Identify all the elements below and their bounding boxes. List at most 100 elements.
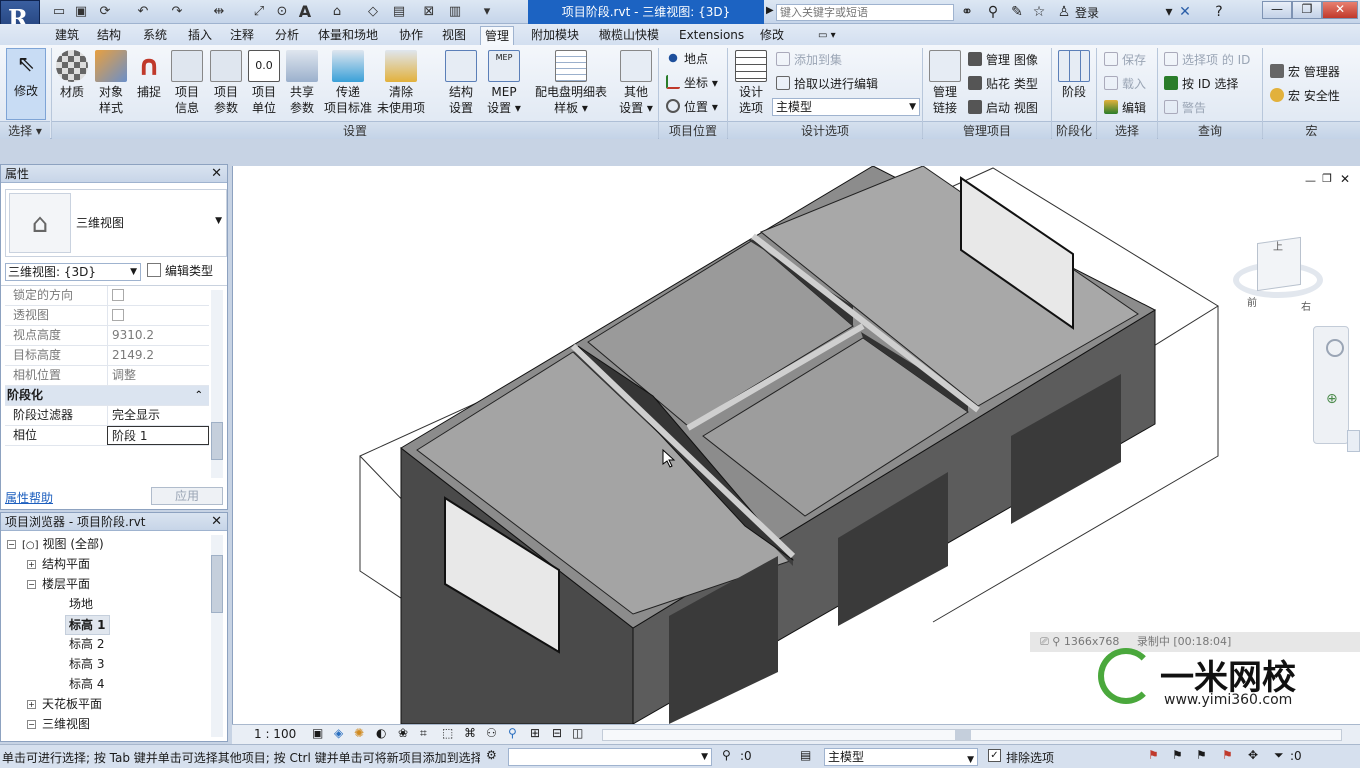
tree-structural-plans[interactable]: + 结构平面 (27, 555, 90, 573)
worksharing-icon[interactable]: ⊞ (530, 726, 540, 740)
view-minimize-icon[interactable]: — (1305, 174, 1316, 187)
exclude-options-checkbox[interactable]: ✓ (988, 749, 1001, 762)
design-option-select[interactable]: 主模型 ▼ (772, 98, 920, 116)
manage-links-button[interactable]: 管理 链接 (926, 50, 964, 116)
apply-button[interactable]: 应用 (151, 487, 223, 505)
phase-filter-value[interactable]: 完全显示 (107, 406, 209, 425)
horizontal-scrollbar[interactable] (602, 729, 1342, 741)
scrollbar-thumb[interactable] (955, 730, 971, 740)
close-icon[interactable]: ✕ (211, 513, 222, 531)
detail-level-icon[interactable]: ▣ (312, 726, 323, 740)
warnings-button[interactable]: 警告 (1164, 100, 1206, 116)
macro-manager-button[interactable]: 宏 管理器 (1270, 64, 1340, 80)
project-info-button[interactable]: 项目 信息 (168, 50, 206, 116)
tab-modify[interactable]: 修改 (756, 26, 788, 45)
other-settings-button[interactable]: 其他 设置 ▾ (616, 50, 656, 116)
tab-manage[interactable]: 管理 (480, 26, 515, 45)
purge-unused-button[interactable]: 清除 未使用项 (374, 50, 428, 116)
exchange-icon[interactable]: ✕ (1176, 3, 1194, 21)
group-select[interactable]: 选择 ▾ (0, 121, 50, 139)
drag-on-selection-icon[interactable]: ✥ (1248, 748, 1258, 762)
temp-hide-icon[interactable]: ⚇ (486, 726, 497, 740)
modify-button[interactable]: ⇖ 修改 (6, 48, 46, 120)
switch-windows-icon[interactable]: ▥ (446, 3, 464, 21)
redo-icon[interactable]: ↷ (168, 3, 186, 21)
lock-view-icon[interactable]: ⌘ (464, 726, 476, 740)
viewcube-top-label[interactable]: 上 (1273, 238, 1283, 253)
tree-3d-views[interactable]: − 三维视图 (27, 715, 90, 733)
panel-schedule-button[interactable]: 配电盘明细表 样板 ▾ (530, 50, 612, 116)
close-icon[interactable]: ✕ (211, 165, 222, 183)
load-selection-button[interactable]: 载入 (1104, 76, 1146, 92)
subscription-icon[interactable]: ⚲ (984, 3, 1002, 21)
tree-level-2[interactable]: 标高 2 (69, 635, 104, 653)
tree-floor-plans[interactable]: − 楼层平面 (27, 575, 90, 593)
tab-systems[interactable]: 系统 (139, 26, 171, 45)
edit-type-button[interactable]: 编辑类型 (147, 263, 225, 281)
coordinates-button[interactable]: 坐标 ▾ (666, 75, 718, 91)
tab-addins[interactable]: 附加模块 (527, 26, 583, 45)
position-button[interactable]: 位置 ▾ (666, 99, 718, 115)
tree-site[interactable]: 场地 (69, 595, 93, 613)
close-hidden-icon[interactable]: ⊠ (420, 3, 438, 21)
tag-icon[interactable]: ⊙ (273, 3, 291, 21)
edit-selection-button[interactable]: 编辑 (1104, 100, 1146, 116)
view-scale[interactable]: 1 : 100 (254, 727, 296, 741)
open-icon[interactable]: ▭ (50, 3, 68, 21)
materials-button[interactable]: 材质 (54, 50, 90, 100)
visual-style-icon[interactable]: ◈ (334, 726, 343, 740)
properties-scrollbar[interactable] (211, 290, 223, 478)
worksets-icon[interactable]: ⚙ (486, 748, 497, 762)
tab-collaborate[interactable]: 协作 (395, 26, 427, 45)
starting-view-button[interactable]: 启动 视图 (968, 100, 1038, 116)
help-icon[interactable]: ? (1210, 3, 1228, 21)
project-units-button[interactable]: 0.0 项目 单位 (245, 50, 283, 116)
viewport-scrollbar-thumb[interactable] (1347, 430, 1360, 452)
perspective-checkbox[interactable] (112, 309, 124, 321)
instance-filter-select[interactable]: 三维视图: {3D} ▼ (5, 263, 141, 281)
save-selection-button[interactable]: 保存 (1104, 52, 1146, 68)
property-value[interactable]: 调整 (107, 366, 209, 385)
type-selector[interactable]: ⌂ 三维视图 ▼ (5, 189, 227, 257)
tree-views-all[interactable]: − [○] 视图 (全部) (7, 535, 104, 555)
shadows-icon[interactable]: ◐ (376, 726, 386, 740)
mep-settings-button[interactable]: MEP MEP 设置 ▾ (484, 50, 524, 116)
property-value[interactable]: 9310.2 (107, 326, 209, 345)
select-pinned-icon[interactable]: ⚑ (1196, 748, 1207, 762)
project-params-button[interactable]: 项目 参数 (207, 50, 245, 116)
property-value[interactable]: 2149.2 (107, 346, 209, 365)
customize-qat-icon[interactable]: ▾ (478, 3, 496, 21)
sun-path-icon[interactable]: ✺ (354, 726, 364, 740)
tab-olive-mountain[interactable]: 橄榄山快模 (595, 26, 663, 45)
view-restore-icon[interactable]: ❐ (1322, 172, 1332, 185)
properties-help-link[interactable]: 属性帮助 (5, 489, 53, 506)
tab-architecture[interactable]: 建筑 (51, 26, 83, 45)
viewcube[interactable]: 上 前 右 (1229, 232, 1327, 318)
browser-scrollbar[interactable] (211, 535, 223, 737)
binoculars-icon[interactable]: ⚭ (958, 3, 976, 21)
select-underlay-icon[interactable]: ⚑ (1172, 748, 1183, 762)
viewcube-front-label[interactable]: 前 (1247, 294, 1257, 309)
locked-checkbox[interactable] (112, 289, 124, 301)
tab-structure[interactable]: 结构 (93, 26, 125, 45)
section-header-phasing[interactable]: 阶段化 ⌃ (5, 386, 209, 406)
collapse-icon[interactable]: − (7, 540, 16, 549)
restore-button[interactable]: ❐ (1292, 1, 1322, 19)
tab-analyze[interactable]: 分析 (271, 26, 303, 45)
macro-security-button[interactable]: 宏 安全性 (1270, 88, 1340, 104)
close-button[interactable]: ✕ (1322, 1, 1358, 19)
select-links-icon[interactable]: ⚑ (1148, 748, 1159, 762)
tab-insert[interactable]: 插入 (184, 26, 216, 45)
expand-icon[interactable]: + (27, 700, 36, 709)
analytical-model-icon[interactable]: ⊟ (552, 726, 562, 740)
tree-level-4[interactable]: 标高 4 (69, 675, 104, 693)
pick-to-edit-button[interactable]: 拾取以进行编辑 (776, 76, 878, 92)
communication-icon[interactable]: ✎ (1008, 3, 1026, 21)
login-link[interactable]: 登录 (1075, 4, 1099, 21)
collapse-icon[interactable]: − (27, 580, 36, 589)
structural-settings-button[interactable]: 结构 设置 (440, 50, 482, 116)
text-icon[interactable]: A (296, 3, 314, 21)
workset-select[interactable]: ▼ (508, 748, 712, 766)
select-by-face-icon[interactable]: ⚑ (1222, 748, 1233, 762)
view-close-icon[interactable]: ✕ (1340, 172, 1350, 186)
